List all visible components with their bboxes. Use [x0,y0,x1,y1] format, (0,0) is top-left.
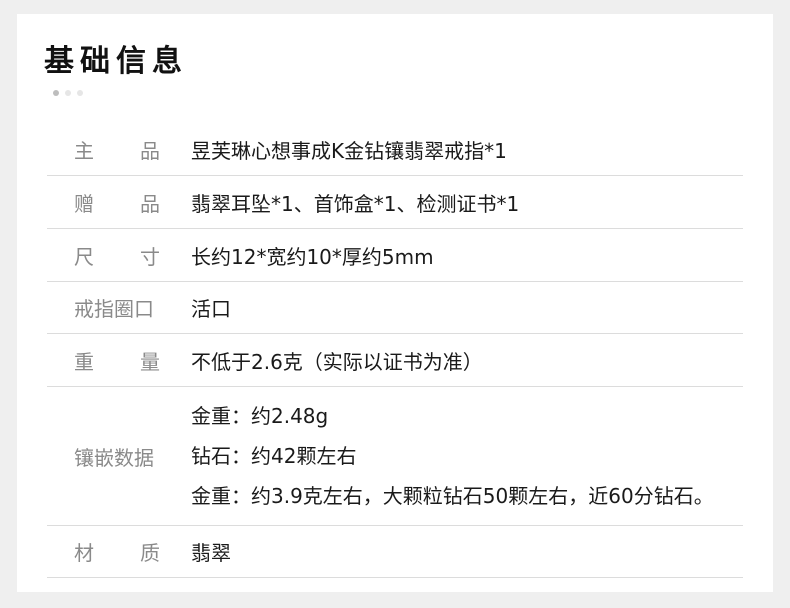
row-value-multiline: 金重：约2.48g 钻石：约42颗左右 金重：约3.9克左右，大颗粒钻石50颗左… [160,396,714,516]
info-card: 基础信息 主 品 昱芙琳心想事成K金钻镶翡翠戒指*1 赠 品 翡翠耳坠*1、首饰… [17,14,773,592]
row-label: 重 量 [74,349,160,374]
row-label: 赠 品 [74,191,160,216]
row-value: 活口 [191,297,231,321]
info-table: 主 品 昱芙琳心想事成K金钻镶翡翠戒指*1 赠 品 翡翠耳坠*1、首饰盒*1、检… [47,124,743,578]
table-row-gift: 赠 品 翡翠耳坠*1、首饰盒*1、检测证书*1 [47,176,743,229]
section-title: 基础信息 [44,44,188,79]
carousel-indicator [53,90,83,96]
row-label: 尺 寸 [74,244,160,269]
row-label: 镶嵌数据 [74,445,154,470]
row-label: 材 质 [74,541,160,565]
row-value: 翡翠耳坠*1、首饰盒*1、检测证书*1 [191,191,520,216]
row-value: 昱芙琳心想事成K金钻镶翡翠戒指*1 [191,139,507,163]
indicator-dot [77,90,83,96]
table-row-material: 材 质 翡翠 [47,526,743,578]
table-row-setting-data: 镶嵌数据 金重：约2.48g 钻石：约42颗左右 金重：约3.9克左右，大颗粒钻… [47,387,743,526]
table-row-main-product: 主 品 昱芙琳心想事成K金钻镶翡翠戒指*1 [47,124,743,176]
row-value: 翡翠 [191,541,231,565]
value-line: 金重：约3.9克左右，大颗粒钻石50颗左右，近60分钻石。 [191,484,714,508]
table-row-weight: 重 量 不低于2.6克（实际以证书为准） [47,334,743,387]
table-row-size: 尺 寸 长约12*宽约10*厚约5mm [47,229,743,282]
row-value: 长约12*宽约10*厚约5mm [191,244,434,269]
value-line: 钻石：约42颗左右 [191,444,357,468]
row-value: 不低于2.6克（实际以证书为准） [191,349,483,374]
row-label: 主 品 [74,139,160,163]
value-line: 金重：约2.48g [191,404,329,428]
indicator-dot [53,90,59,96]
indicator-dot [65,90,71,96]
row-label: 戒指圈口 [74,297,154,321]
table-row-ring-size: 戒指圈口 活口 [47,282,743,334]
